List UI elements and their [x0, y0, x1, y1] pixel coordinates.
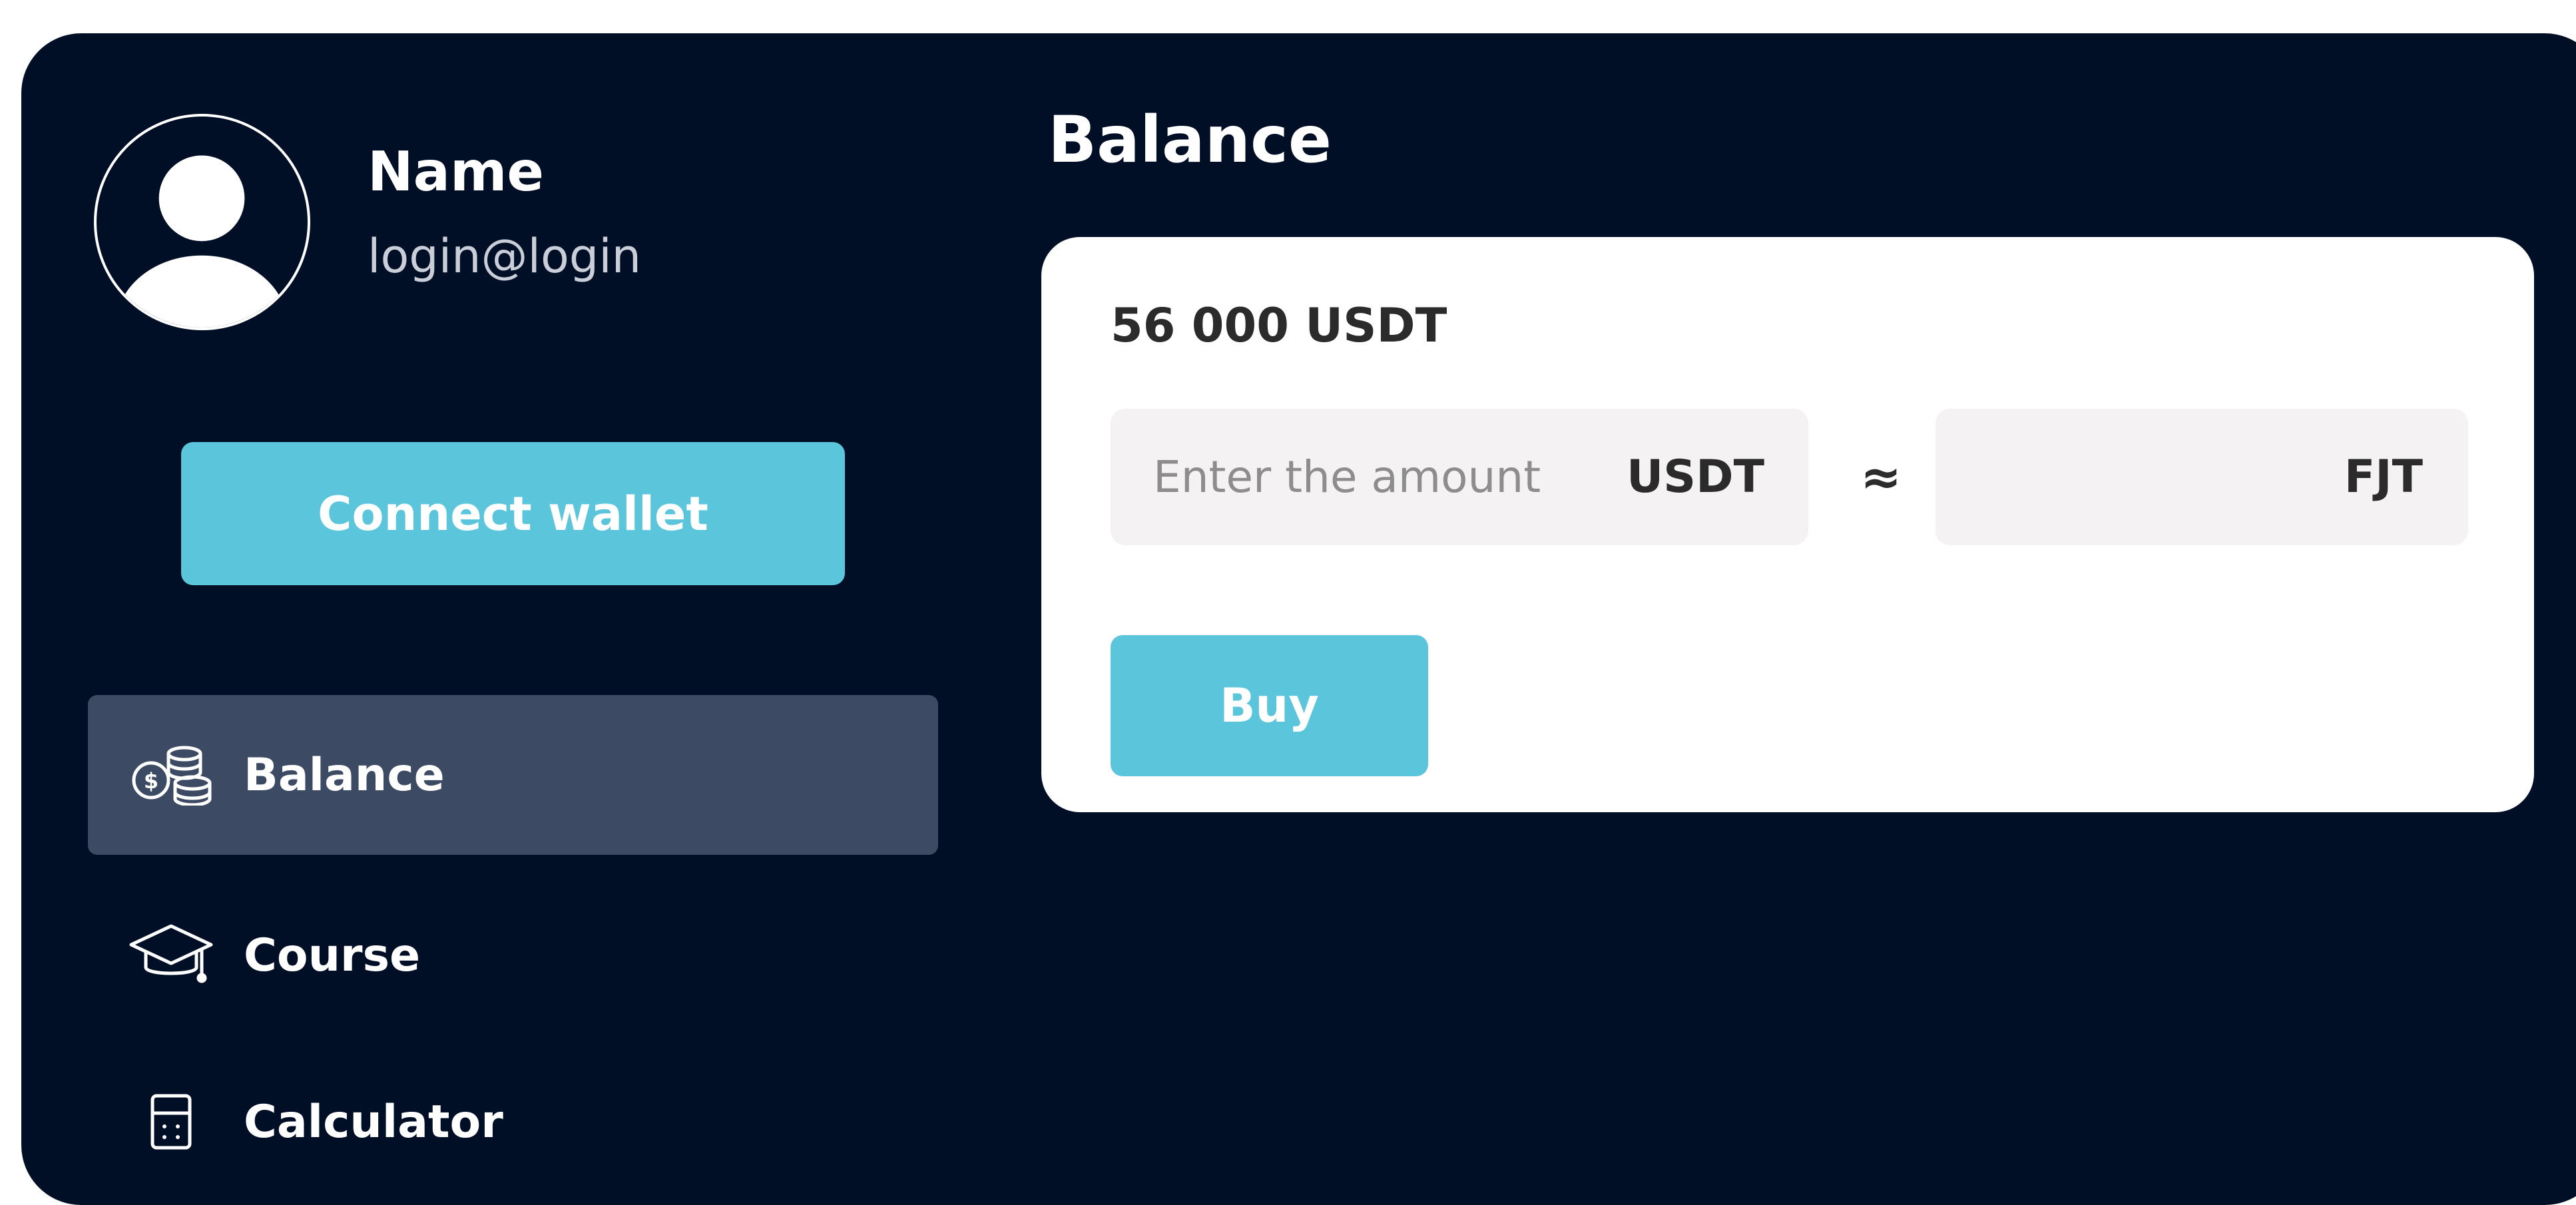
amount-field: USDT	[1111, 409, 1808, 545]
user-avatar-icon	[94, 114, 310, 330]
sidebar-item-calculator[interactable]: Calculator	[88, 1042, 938, 1202]
balance-amount: 56 000 USDT	[1111, 298, 1447, 353]
sidebar-item-label: Balance	[244, 748, 445, 802]
balance-card: 56 000 USDT USDT ≈ FJT Buy	[1041, 237, 2534, 812]
sidebar-item-course[interactable]: Course	[88, 875, 938, 1035]
buy-button[interactable]: Buy	[1111, 635, 1428, 776]
page-title: Balance	[1048, 103, 1332, 177]
result-field: FJT	[1935, 409, 2468, 545]
connect-wallet-button[interactable]: Connect wallet	[181, 442, 845, 585]
from-currency-label: USDT	[1626, 451, 1764, 503]
sidebar-item-label: Course	[244, 929, 421, 982]
sidebar-item-balance[interactable]: $ Balance	[88, 695, 938, 855]
coins-icon: $	[128, 738, 214, 812]
svg-text:$: $	[144, 768, 158, 794]
calculator-icon	[128, 1085, 214, 1158]
user-login: login@login	[368, 229, 642, 284]
approx-symbol: ≈	[1860, 448, 1902, 506]
result-input[interactable]	[1935, 409, 2322, 545]
to-currency-label: FJT	[2344, 451, 2423, 503]
amount-input[interactable]	[1111, 409, 1603, 545]
avatar-silhouette	[116, 155, 288, 328]
graduation-cap-icon	[128, 919, 214, 992]
app-window: Name login@login Connect wallet $ Balanc…	[21, 33, 2576, 1205]
user-name: Name	[368, 140, 545, 204]
sidebar-item-label: Calculator	[244, 1095, 503, 1148]
